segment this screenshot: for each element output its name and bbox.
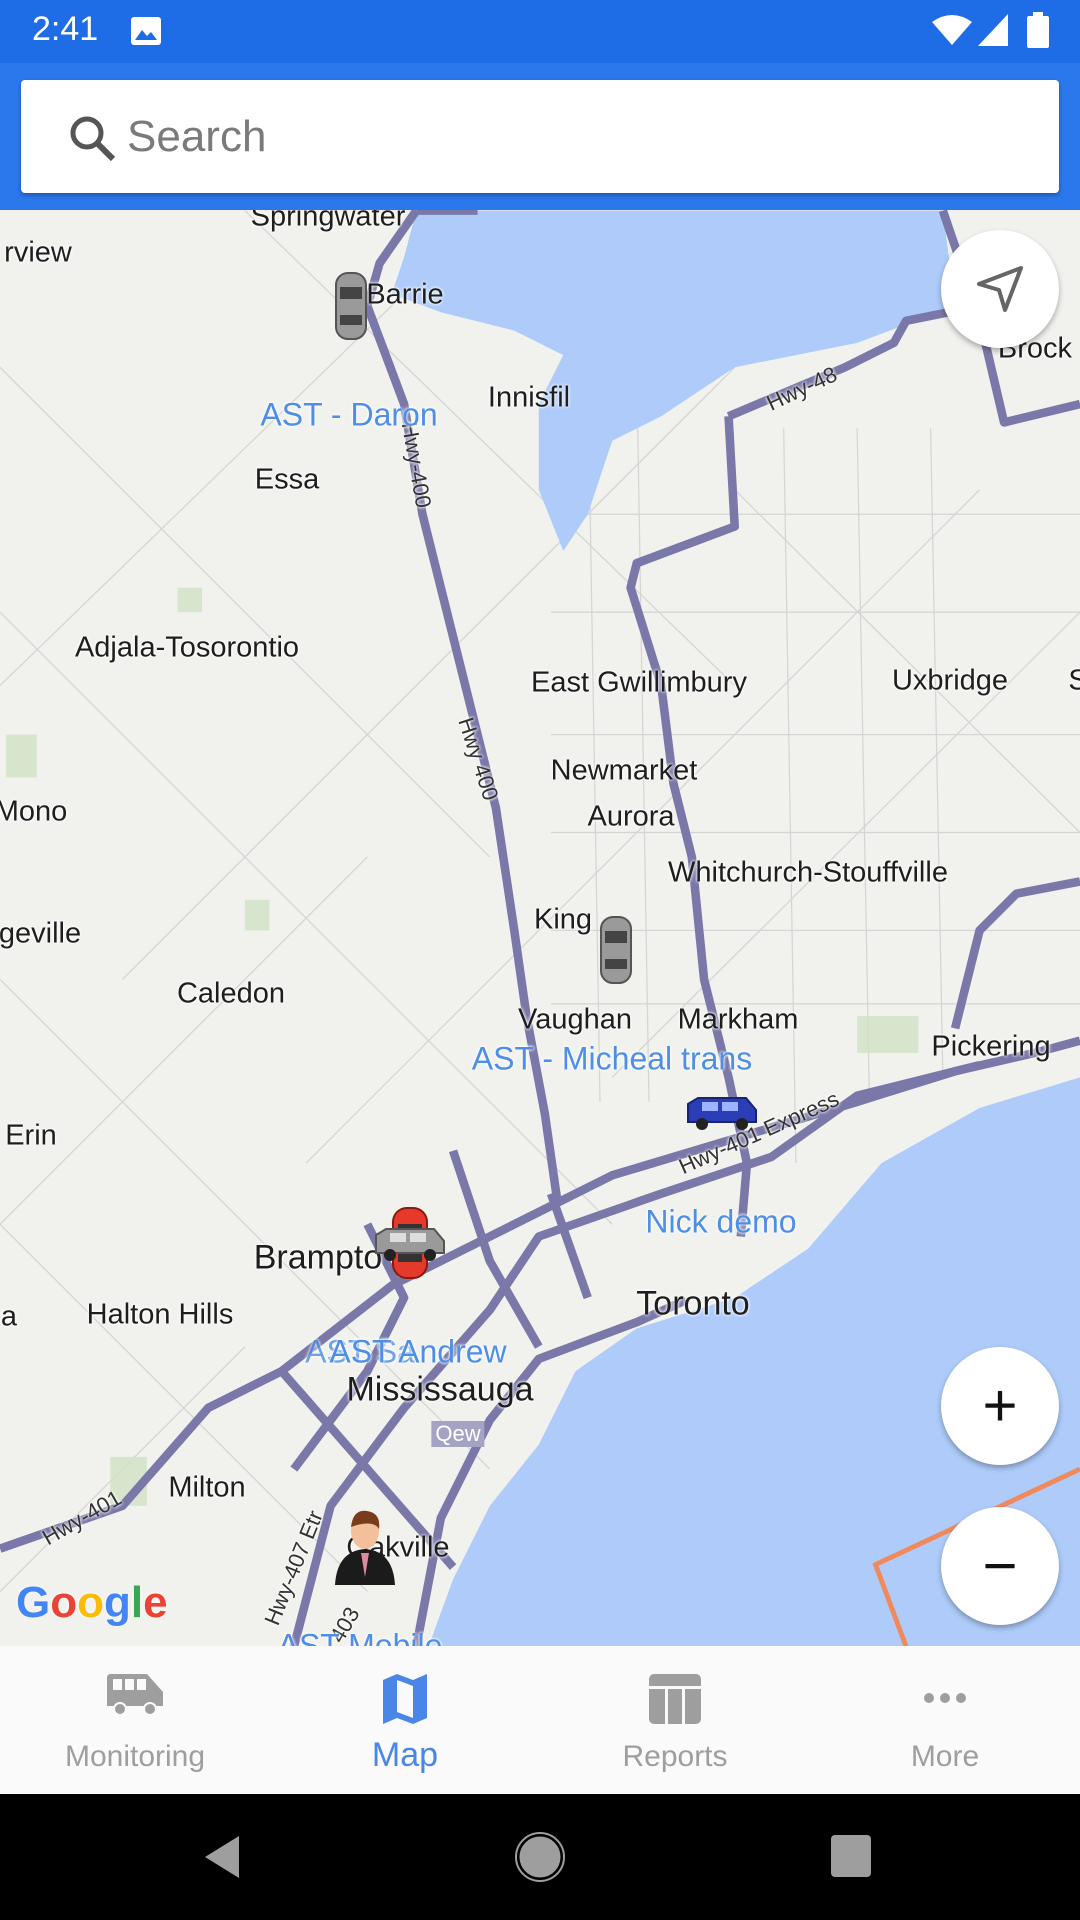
- more-icon: [924, 1693, 966, 1703]
- place-label: Aurora: [587, 800, 675, 833]
- place-label: Toronto: [636, 1284, 750, 1323]
- bus-icon: [107, 1674, 163, 1716]
- place-label: geville: [0, 917, 82, 950]
- vehicle-label[interactable]: Nick demo: [645, 1204, 796, 1241]
- back-icon[interactable]: [203, 1834, 243, 1880]
- place-label: Whitchurch-Stouffville: [668, 856, 948, 889]
- car-marker-icon[interactable]: [599, 915, 633, 985]
- tab-monitoring[interactable]: Monitoring: [0, 1646, 270, 1794]
- tab-label: Reports: [622, 1740, 728, 1773]
- place-label: Markham: [677, 1003, 799, 1036]
- place-label: Erin: [5, 1119, 57, 1152]
- zoom-out-button[interactable]: −: [941, 1507, 1059, 1625]
- wifi-icon: [932, 15, 972, 45]
- place-label: King: [533, 903, 593, 936]
- road-label: Qew: [431, 1421, 485, 1447]
- table-icon: [649, 1674, 701, 1724]
- place-label: Adjala-Tosorontio: [74, 631, 300, 664]
- van-marker-icon[interactable]: [684, 1096, 760, 1132]
- map-icon: [383, 1674, 427, 1724]
- vehicle-label[interactable]: AST Mobile: [278, 1628, 443, 1647]
- navigation-arrow-icon: [977, 266, 1023, 312]
- status-bar: 2:41: [0, 0, 1080, 63]
- place-label: a: [0, 1300, 18, 1333]
- tab-more[interactable]: More: [810, 1646, 1080, 1794]
- tab-reports[interactable]: Reports: [540, 1646, 810, 1794]
- place-label: Halton Hills: [86, 1298, 234, 1331]
- zoom-in-button[interactable]: +: [941, 1347, 1059, 1465]
- search-input[interactable]: Search: [21, 80, 1059, 193]
- van-marker-icon[interactable]: [372, 1227, 448, 1263]
- place-label: East Gwillimbury: [531, 666, 747, 699]
- place-label: Innisfil: [487, 381, 571, 414]
- map-view[interactable]: Springwater rview Barrie Innisfil Essa B…: [0, 210, 1080, 1646]
- home-icon[interactable]: [515, 1832, 565, 1882]
- search-placeholder: Search: [127, 112, 267, 161]
- minus-icon: −: [982, 1532, 1018, 1599]
- system-navigation-bar: [0, 1794, 1080, 1920]
- place-label: Essa: [254, 463, 320, 496]
- search-icon: [70, 116, 116, 162]
- tab-map[interactable]: Map: [270, 1646, 540, 1794]
- tab-label: Map: [371, 1736, 439, 1774]
- bottom-navigation: Monitoring Map Reports More: [0, 1646, 1080, 1794]
- tab-label: Monitoring: [64, 1740, 206, 1773]
- recents-icon[interactable]: [830, 1834, 872, 1878]
- place-label: Brampto: [253, 1238, 383, 1277]
- vehicle-label[interactable]: AST - Micheal trans: [472, 1041, 752, 1078]
- person-marker-icon[interactable]: [333, 1507, 397, 1587]
- place-label: Caledon: [176, 977, 286, 1010]
- place-label: rview: [4, 236, 72, 269]
- image-icon: [131, 17, 161, 45]
- place-label: Newmarket: [550, 754, 698, 787]
- status-time: 2:41: [32, 10, 99, 48]
- vehicle-label[interactable]: AST - Daron: [260, 397, 437, 434]
- signal-icon: [978, 14, 1008, 46]
- tab-label: More: [910, 1740, 980, 1773]
- google-logo: Google: [16, 1578, 168, 1627]
- place-label: Mississauga: [346, 1370, 534, 1409]
- place-label: Barrie: [366, 278, 444, 311]
- plus-icon: +: [982, 1372, 1018, 1439]
- place-label: Uxbridge: [891, 664, 1009, 697]
- vehicle-label[interactable]: AST Andrew: [329, 1334, 506, 1371]
- battery-icon: [1027, 12, 1049, 48]
- my-location-button[interactable]: [941, 230, 1059, 348]
- place-label: S: [1068, 664, 1080, 697]
- place-label: Mono: [0, 795, 68, 828]
- place-label: Vaughan: [518, 1003, 632, 1036]
- place-label: Milton: [168, 1471, 246, 1504]
- place-label: Pickering: [931, 1030, 1051, 1063]
- car-marker-icon[interactable]: [334, 271, 368, 341]
- place-label: Springwater: [250, 210, 406, 233]
